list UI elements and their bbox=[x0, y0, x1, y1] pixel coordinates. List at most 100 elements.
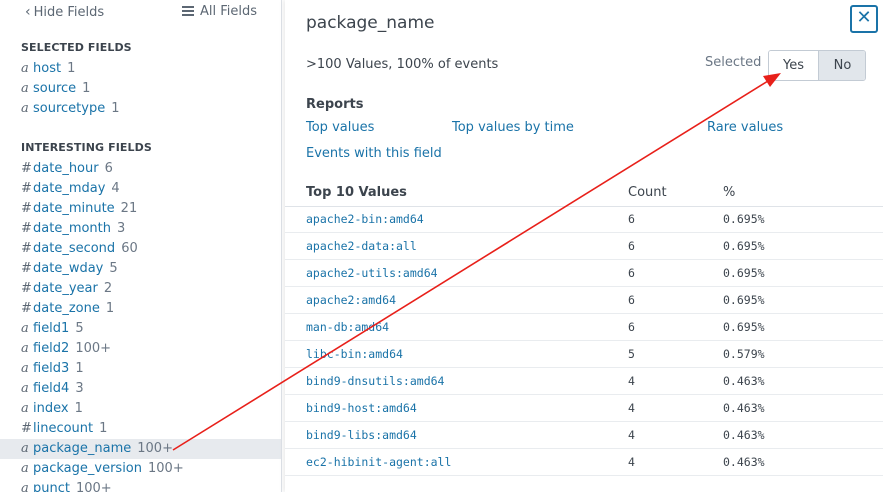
percent-cell: 0.579% bbox=[723, 347, 765, 361]
table-row: bind9-libs:amd64 4 0.463% bbox=[285, 422, 883, 449]
field-item-sourcetype[interactable]: a sourcetype 1 bbox=[0, 99, 281, 119]
field-item-field2[interactable]: a field2 100+ bbox=[0, 339, 281, 359]
table-row: bind9-dnsutils:amd64 4 0.463% bbox=[285, 368, 883, 395]
numeric-type-icon: # bbox=[21, 281, 32, 296]
field-item-index[interactable]: a index 1 bbox=[0, 399, 281, 419]
count-cell: 4 bbox=[628, 428, 635, 442]
hide-fields-label: Hide Fields bbox=[33, 5, 105, 20]
percent-cell: 0.695% bbox=[723, 239, 765, 253]
table-row: man-db:amd64 6 0.695% bbox=[285, 314, 883, 341]
value-link[interactable]: libc-bin:amd64 bbox=[306, 347, 403, 361]
hide-fields-button[interactable]: ‹ Hide Fields bbox=[25, 4, 104, 20]
field-item-date-year[interactable]: #date_year 2 bbox=[0, 279, 281, 299]
field-count: 1 bbox=[82, 81, 91, 96]
field-item-field3[interactable]: a field3 1 bbox=[0, 359, 281, 379]
value-link[interactable]: apache2-bin:amd64 bbox=[306, 212, 424, 226]
field-item-field4[interactable]: a field4 3 bbox=[0, 379, 281, 399]
value-link[interactable]: ec2-hibinit-agent:all bbox=[306, 455, 451, 469]
field-count: 100+ bbox=[75, 481, 112, 492]
count-cell: 5 bbox=[628, 347, 635, 361]
field-count: 5 bbox=[109, 261, 118, 276]
top-values-by-time-link[interactable]: Top values by time bbox=[452, 120, 574, 135]
table-row: apache2-bin:amd64 6 0.695% bbox=[285, 206, 883, 233]
count-cell: 6 bbox=[628, 212, 635, 226]
field-item-package-name[interactable]: a package_name 100+ bbox=[0, 439, 281, 459]
value-link[interactable]: man-db:amd64 bbox=[306, 320, 389, 334]
string-type-icon: a bbox=[21, 321, 29, 336]
count-cell: 6 bbox=[628, 266, 635, 280]
list-icon bbox=[182, 6, 194, 16]
all-fields-label: All Fields bbox=[200, 4, 258, 19]
field-item-package-version[interactable]: a package_version 100+ bbox=[0, 459, 281, 479]
interesting-fields-heading: INTERESTING FIELDS bbox=[21, 141, 152, 154]
field-item-field1[interactable]: a field1 5 bbox=[0, 319, 281, 339]
field-count: 1 bbox=[105, 301, 115, 316]
selected-fields-heading: SELECTED FIELDS bbox=[21, 41, 132, 54]
field-count: 100+ bbox=[75, 341, 112, 356]
field-name: date_hour bbox=[33, 161, 99, 176]
top-values-link[interactable]: Top values bbox=[306, 120, 374, 135]
field-count: 1 bbox=[75, 361, 84, 376]
field-item-date-mday[interactable]: #date_mday 4 bbox=[0, 179, 281, 199]
field-name: host bbox=[33, 61, 62, 76]
field-name: date_month bbox=[33, 221, 112, 236]
string-type-icon: a bbox=[21, 61, 29, 76]
count-cell: 4 bbox=[628, 374, 635, 388]
selected-no-button[interactable]: No bbox=[819, 51, 865, 80]
percent-cell: 0.695% bbox=[723, 212, 765, 226]
events-with-field-link[interactable]: Events with this field bbox=[306, 146, 442, 161]
value-link[interactable]: bind9-libs:amd64 bbox=[306, 428, 417, 442]
string-type-icon: a bbox=[21, 341, 29, 356]
field-name: field4 bbox=[33, 381, 70, 396]
string-type-icon: a bbox=[21, 481, 29, 492]
field-item-date-wday[interactable]: #date_wday 5 bbox=[0, 259, 281, 279]
string-type-icon: a bbox=[21, 461, 29, 476]
value-link[interactable]: bind9-dnsutils:amd64 bbox=[306, 374, 444, 388]
sidebar-topbar: ‹ Hide Fields All Fields bbox=[0, 0, 281, 26]
field-count: 3 bbox=[75, 381, 84, 396]
field-count: 60 bbox=[121, 241, 138, 256]
field-name: source bbox=[33, 81, 77, 96]
value-link[interactable]: bind9-host:amd64 bbox=[306, 401, 417, 415]
count-cell: 6 bbox=[628, 293, 635, 307]
field-item-host[interactable]: a host 1 bbox=[0, 59, 281, 79]
value-link[interactable]: apache2-data:all bbox=[306, 239, 417, 253]
value-link[interactable]: apache2:amd64 bbox=[306, 293, 396, 307]
field-count: 1 bbox=[111, 101, 120, 116]
field-name: sourcetype bbox=[33, 101, 106, 116]
field-item-date-second[interactable]: #date_second 60 bbox=[0, 239, 281, 259]
numeric-type-icon: # bbox=[21, 201, 32, 216]
string-type-icon: a bbox=[21, 401, 29, 416]
table-row: bind9-host:amd64 4 0.463% bbox=[285, 395, 883, 422]
percent-cell: 0.695% bbox=[723, 266, 765, 280]
field-item-date-minute[interactable]: #date_minute 21 bbox=[0, 199, 281, 219]
field-name: date_year bbox=[33, 281, 98, 296]
field-name: field3 bbox=[33, 361, 70, 376]
field-item-source[interactable]: a source 1 bbox=[0, 79, 281, 99]
close-button[interactable]: ✕ bbox=[850, 5, 878, 33]
field-count: 100+ bbox=[148, 461, 184, 476]
percent-cell: 0.463% bbox=[723, 401, 765, 415]
field-item-linecount[interactable]: #linecount 1 bbox=[0, 419, 281, 439]
all-fields-button[interactable]: All Fields bbox=[182, 4, 257, 19]
fields-sidebar: ‹ Hide Fields All Fields SELECTED FIELDS … bbox=[0, 0, 282, 492]
field-item-date-month[interactable]: #date_month 3 bbox=[0, 219, 281, 239]
percent-cell: 0.695% bbox=[723, 293, 765, 307]
reports-heading: Reports bbox=[306, 97, 364, 112]
field-item-punct[interactable]: a punct 100+ bbox=[0, 479, 281, 492]
value-link[interactable]: apache2-utils:amd64 bbox=[306, 266, 438, 280]
header-count: Count bbox=[628, 185, 667, 200]
field-name: package_version bbox=[33, 461, 142, 476]
numeric-type-icon: # bbox=[21, 301, 32, 316]
selected-yes-button[interactable]: Yes bbox=[769, 51, 819, 80]
field-count: 3 bbox=[117, 221, 126, 236]
field-item-date-hour[interactable]: #date_hour 6 bbox=[0, 159, 281, 179]
field-item-date-zone[interactable]: #date_zone 1 bbox=[0, 299, 281, 319]
count-cell: 4 bbox=[628, 401, 635, 415]
rare-values-link[interactable]: Rare values bbox=[707, 120, 783, 135]
field-name: field1 bbox=[33, 321, 70, 336]
interesting-fields-list: #date_hour 6 #date_mday 4 #date_minute 21 #dat… bbox=[0, 159, 281, 492]
chevron-left-icon: ‹ bbox=[25, 4, 31, 20]
field-name: date_mday bbox=[33, 181, 106, 196]
string-type-icon: a bbox=[21, 381, 29, 396]
